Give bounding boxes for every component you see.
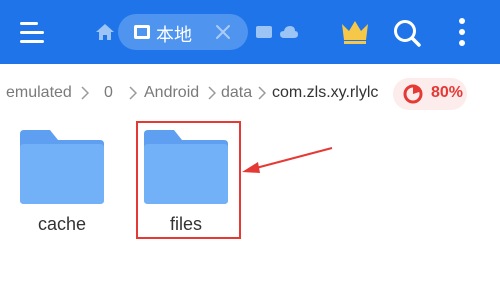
menu-icon[interactable]	[20, 20, 48, 44]
crown-icon[interactable]	[340, 18, 370, 46]
chevron-right-icon	[258, 86, 266, 100]
highlight-box	[136, 121, 241, 239]
tab-label: 本地	[156, 25, 192, 46]
pie-chart-icon	[403, 84, 423, 104]
chevron-right-icon	[208, 86, 216, 100]
folder-cache[interactable]: cache	[20, 128, 104, 238]
storage-usage-value: 80%	[431, 84, 464, 101]
folder-label: cache	[37, 214, 87, 234]
breadcrumb-item-0[interactable]: 0	[104, 84, 113, 102]
tab-local[interactable]: 本地	[118, 14, 248, 50]
folder-icon	[20, 130, 104, 204]
phone-storage-icon	[134, 25, 150, 39]
close-icon[interactable]	[214, 23, 232, 41]
top-toolbar: 本地	[0, 0, 500, 64]
cloud-icon[interactable]	[280, 25, 298, 39]
storage-icon[interactable]	[256, 25, 272, 39]
more-vertical-icon[interactable]	[455, 16, 469, 48]
breadcrumb-item-emulated[interactable]: emulated	[6, 84, 72, 102]
home-icon[interactable]	[95, 23, 115, 41]
chevron-right-icon	[129, 86, 137, 100]
chevron-right-icon	[81, 86, 89, 100]
breadcrumb-item-data[interactable]: data	[221, 84, 252, 102]
search-icon[interactable]	[392, 18, 422, 48]
arrow-annotation-icon	[242, 147, 333, 173]
breadcrumb-item-current[interactable]: com.zls.xy.rlylc	[272, 84, 378, 102]
breadcrumb-item-android[interactable]: Android	[144, 84, 199, 102]
storage-usage-badge[interactable]: 80%	[393, 78, 467, 110]
